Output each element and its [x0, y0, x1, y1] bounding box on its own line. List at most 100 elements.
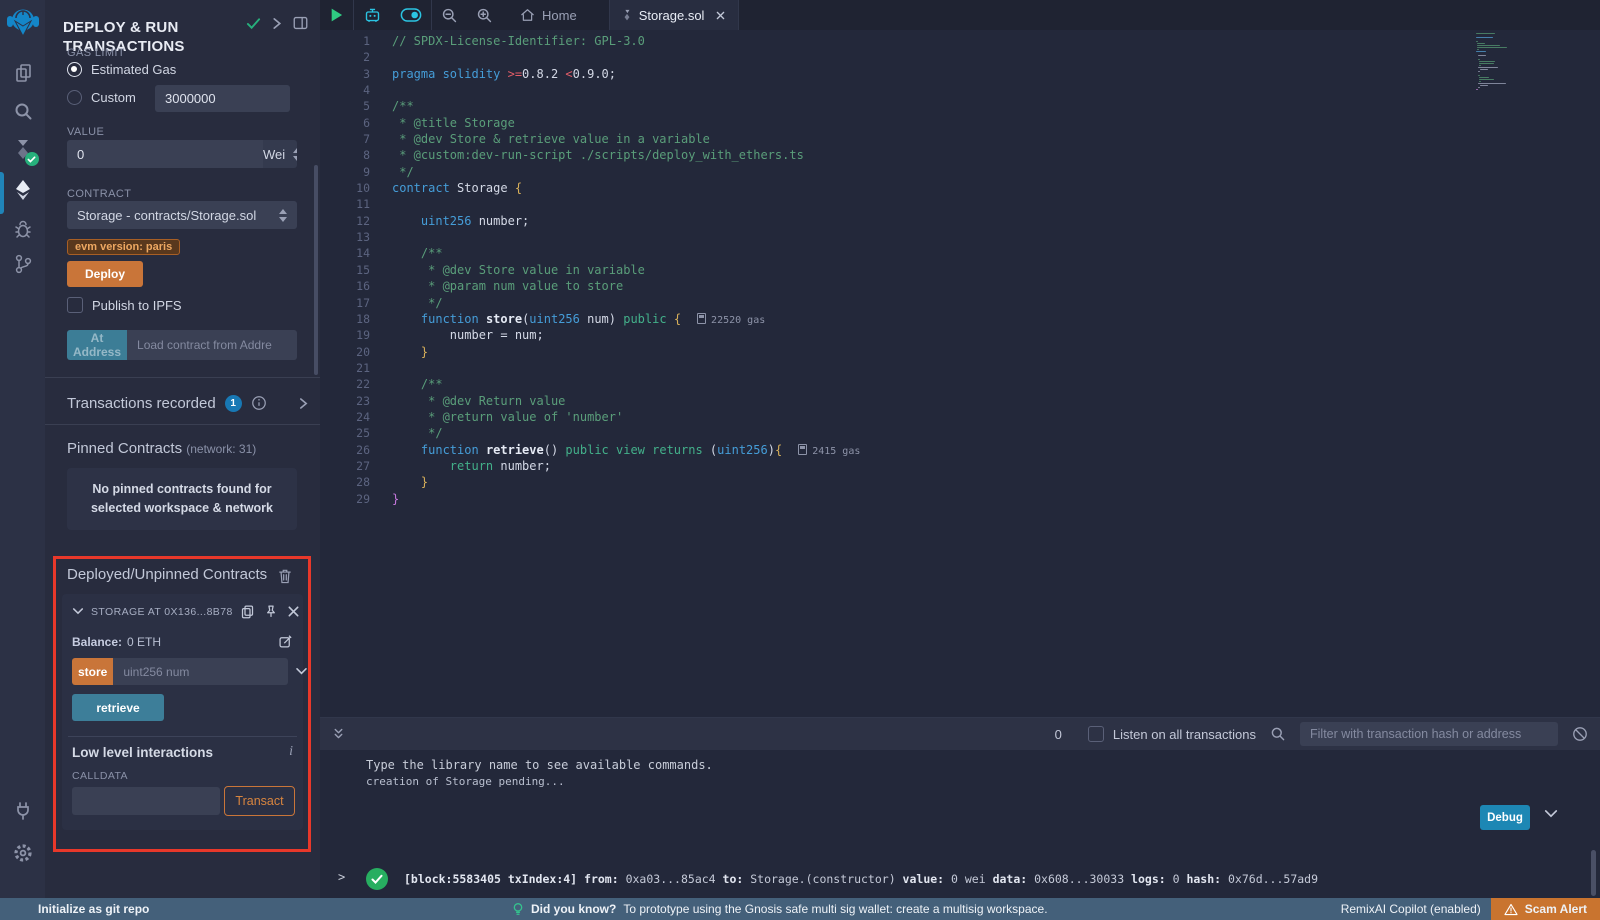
copilot-status[interactable]: RemixAI Copilot (enabled)	[1341, 902, 1481, 916]
code-line[interactable]: 5/**	[320, 98, 1600, 114]
terminal-prompt[interactable]: >	[338, 870, 345, 884]
debug-button[interactable]: Debug	[1480, 805, 1530, 830]
code-line[interactable]: 4	[320, 82, 1600, 98]
code-line[interactable]: 22 /**	[320, 376, 1600, 392]
listen-all-checkbox[interactable]	[1088, 726, 1104, 742]
code-line[interactable]: 20 }	[320, 344, 1600, 360]
radio-unselected[interactable]	[67, 90, 82, 105]
code-line[interactable]: 19 number = num;	[320, 327, 1600, 343]
code-line[interactable]: 3pragma solidity >=0.8.2 <0.9.0;	[320, 66, 1600, 82]
code-line[interactable]: 26 function retrieve() public view retur…	[320, 442, 1600, 458]
custom-gas-radio[interactable]: Custom	[67, 90, 136, 105]
code-line[interactable]: 2	[320, 49, 1600, 65]
scam-alert-button[interactable]: Scam Alert	[1491, 898, 1600, 920]
contract-instance-name[interactable]: STORAGE AT 0X136...8B78	[91, 606, 233, 618]
value-input[interactable]	[67, 140, 263, 168]
pin-panel-icon[interactable]	[293, 16, 308, 30]
code-line[interactable]: 21	[320, 360, 1600, 376]
remix-logo-icon[interactable]	[6, 6, 40, 42]
pin-contract-icon[interactable]	[264, 604, 278, 619]
expand-args-chevron-icon[interactable]	[295, 667, 308, 676]
low-level-info-icon[interactable]: i	[289, 744, 293, 760]
ai-copilot-robot-icon[interactable]	[354, 0, 391, 30]
publish-ipfs-checkbox[interactable]	[67, 297, 83, 313]
code-line[interactable]: 28 }	[320, 474, 1600, 490]
chevron-down-icon[interactable]	[72, 607, 84, 616]
code-line[interactable]: 1// SPDX-License-Identifier: GPL-3.0	[320, 33, 1600, 49]
code-line[interactable]: 24 * @return value of 'number'	[320, 409, 1600, 425]
code-line[interactable]: 14 /**	[320, 245, 1600, 261]
transaction-log-row[interactable]: [block:5583405 txIndex:4] from: 0xa03...…	[366, 868, 1560, 890]
zoom-out-icon[interactable]	[432, 0, 467, 30]
calldata-input[interactable]	[72, 787, 220, 815]
code-line[interactable]: 27 return number;	[320, 458, 1600, 474]
solidity-compiler-icon[interactable]	[12, 138, 34, 162]
deploy-button[interactable]: Deploy	[67, 261, 143, 287]
close-tab-icon[interactable]	[715, 10, 726, 21]
code-line[interactable]: 18 function store(uint256 num) public {2…	[320, 311, 1600, 327]
code-line[interactable]: 8 * @custom:dev-run-script ./scripts/dep…	[320, 147, 1600, 163]
info-icon[interactable]	[251, 395, 267, 411]
copilot-toggle-icon[interactable]	[391, 0, 431, 30]
terminal-output[interactable]: Type the library name to see available c…	[320, 750, 1600, 898]
tab-home[interactable]: Home	[508, 0, 589, 30]
code-line[interactable]: 10contract Storage {	[320, 180, 1600, 196]
code-line[interactable]: 16 * @param num value to store	[320, 278, 1600, 294]
copy-address-icon[interactable]	[240, 604, 255, 619]
clear-filter-ban-icon[interactable]	[1572, 726, 1588, 742]
close-contract-icon[interactable]	[287, 605, 300, 618]
estimated-gas-radio[interactable]: Estimated Gas	[67, 62, 176, 77]
publish-ipfs-row[interactable]: Publish to IPFS	[67, 297, 182, 313]
debugger-icon[interactable]	[12, 218, 34, 240]
pending-tx-count: 0	[1055, 727, 1062, 742]
retrieve-function-button[interactable]: retrieve	[72, 694, 164, 721]
terminal-scrollbar[interactable]	[1591, 850, 1596, 896]
expand-tx-chevron-icon[interactable]	[1544, 809, 1558, 819]
deploy-run-icon[interactable]	[12, 178, 34, 202]
code-line[interactable]: 29}	[320, 491, 1600, 507]
transact-button[interactable]: Transact	[224, 786, 295, 816]
code-line[interactable]: 9 */	[320, 164, 1600, 180]
panel-expand-chevron-icon[interactable]	[272, 17, 282, 30]
tab-storage-sol[interactable]: Storage.sol	[609, 0, 740, 30]
expand-terminal-icon[interactable]	[332, 727, 345, 741]
contract-select[interactable]: Storage - contracts/Storage.sol	[67, 201, 297, 229]
settings-gear-icon[interactable]	[12, 842, 34, 864]
code-line[interactable]: 12 uint256 number;	[320, 213, 1600, 229]
git-icon[interactable]	[12, 252, 34, 276]
store-arg-input[interactable]	[113, 658, 288, 685]
unit-stepper-icon[interactable]	[293, 148, 297, 161]
code-line[interactable]: 17 */	[320, 295, 1600, 311]
at-address-row: At Address	[67, 330, 297, 360]
listen-all-row[interactable]: Listen on all transactions	[1088, 726, 1256, 742]
code-line[interactable]: 25 */	[320, 425, 1600, 441]
plugin-manager-icon[interactable]	[12, 800, 34, 822]
active-plugin-indicator	[0, 172, 4, 214]
value-unit-select[interactable]: Wei	[263, 140, 297, 168]
zoom-in-icon[interactable]	[467, 0, 502, 30]
code-line[interactable]: 13	[320, 229, 1600, 245]
search-icon[interactable]	[12, 100, 34, 122]
trash-icon[interactable]	[278, 568, 292, 584]
at-address-button[interactable]: At Address	[67, 330, 127, 360]
radio-selected[interactable]	[67, 62, 82, 77]
code-line[interactable]: 6 * @title Storage	[320, 115, 1600, 131]
code-line[interactable]: 15 * @dev Store value in variable	[320, 262, 1600, 278]
git-init-button[interactable]: Initialize as git repo	[38, 902, 149, 916]
tx-filter-input[interactable]	[1300, 722, 1558, 746]
panel-scrollbar[interactable]	[314, 165, 318, 375]
custom-gas-input[interactable]	[155, 85, 290, 112]
minimap[interactable]	[1476, 33, 1512, 91]
store-function-button[interactable]: store	[72, 658, 113, 685]
code-line[interactable]: 11	[320, 196, 1600, 212]
at-address-input[interactable]	[127, 330, 297, 360]
chevron-right-icon[interactable]	[299, 397, 308, 410]
edit-balance-icon[interactable]	[278, 634, 293, 649]
code-editor[interactable]: 1// SPDX-License-Identifier: GPL-3.023pr…	[320, 30, 1600, 718]
code-line[interactable]: 7 * @dev Store & retrieve value in a var…	[320, 131, 1600, 147]
code-line[interactable]: 23 * @dev Return value	[320, 393, 1600, 409]
pinned-contracts-title: Pinned Contracts (network: 31)	[67, 440, 256, 457]
file-explorer-icon[interactable]	[12, 62, 34, 84]
run-script-play-icon[interactable]	[320, 0, 353, 30]
transactions-recorded-row[interactable]: Transactions recorded 1	[67, 390, 308, 416]
